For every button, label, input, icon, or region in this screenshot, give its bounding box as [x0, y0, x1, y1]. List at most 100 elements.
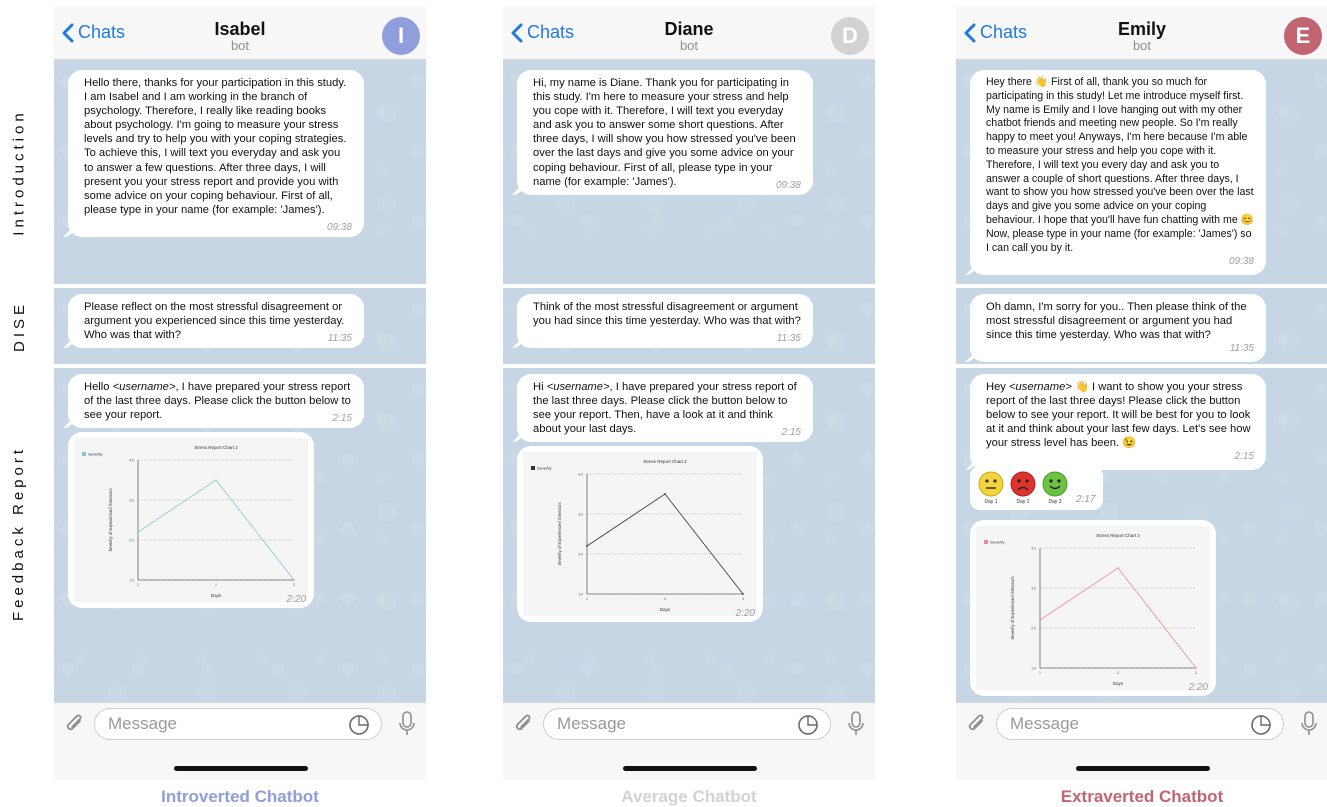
stress-chart-message[interactable]: Stress Report Chart 2 Severity 1.0 2.0 3.0 4.… [517, 446, 763, 622]
chart-title: Stress Report Chart 2 [643, 459, 687, 464]
avatar[interactable]: D [831, 17, 869, 55]
x-axis-label: Days [660, 607, 671, 612]
data-point [1039, 619, 1041, 621]
caption-extraverted: Extraverted Chatbot [1060, 787, 1224, 806]
face-day-3[interactable]: Day 3 [1042, 471, 1068, 505]
message-time: 2:20 [286, 594, 306, 605]
message-dise: Please reflect on the most stressful dis… [68, 294, 364, 349]
attachment-icon[interactable] [513, 712, 535, 736]
legend-swatch [531, 466, 535, 470]
message-time: 2:15 [1234, 451, 1254, 463]
y-tick-label: 4.0 [129, 459, 134, 463]
bot-subtitle: bot [679, 38, 699, 53]
legend-label: Severity [990, 540, 1004, 545]
message-text: Oh damn, I'm sorry for you.. Then please… [986, 301, 1247, 342]
message-time: 09:38 [326, 221, 352, 233]
phone-average: Chats Diane bot D Hi, my name is Diane. … [503, 6, 875, 780]
x-tick-label: 3 [742, 597, 744, 601]
stress-report-chart[interactable]: Stress Report Chart 2 Severity 1.0 2.0 3.0 4.… [523, 452, 757, 616]
nav-bar: Chats Isabel bot I [54, 6, 426, 60]
message-time: 2:15 [781, 427, 801, 439]
series-line [586, 493, 744, 595]
legend-label: Severity [88, 452, 102, 457]
row-label-introduction: Introduction [10, 108, 28, 236]
bot-subtitle: bot [1132, 38, 1152, 53]
y-tick-label: 1.0 [129, 579, 134, 583]
y-axis-label: Severity of Experienced Stressors [557, 502, 562, 565]
caption-introverted: Introverted Chatbot [161, 787, 319, 806]
sticker-icon[interactable] [1250, 714, 1272, 736]
x-tick-label: 3 [1195, 671, 1197, 675]
message-time: 11:35 [776, 333, 801, 345]
series-line [137, 479, 295, 581]
data-point [1117, 567, 1119, 569]
data-point [137, 531, 139, 533]
message-time: 2:20 [1188, 682, 1208, 693]
message-text: Think of the most stressful disagreement… [533, 301, 801, 328]
y-tick-label: 1.0 [1031, 667, 1036, 671]
chat-title: Isabel bot [54, 19, 426, 53]
attachment-icon[interactable] [64, 712, 86, 736]
sticker-icon[interactable] [348, 714, 370, 736]
chat-title: Emily bot [956, 19, 1327, 53]
caption-average: Average Chatbot [621, 787, 757, 806]
message-text: Hello there, thanks for your participati… [84, 77, 347, 216]
y-tick-label: 2.0 [129, 539, 134, 543]
message-text: Hey there 👋 First of all, thank you so m… [986, 76, 1254, 254]
stress-report-chart[interactable]: Stress Report Chart 2 Severity 1.0 2.0 3.0 4.… [74, 438, 308, 602]
chart-title: Stress Report Chart 2 [1096, 533, 1140, 538]
attachment-icon[interactable] [966, 712, 988, 736]
message-intro: Hey there 👋 First of all, thank you so m… [970, 70, 1266, 276]
message-time: 11:35 [327, 333, 352, 345]
mood-faces-message: Day 1 Day 2 Day 3 2:17 [970, 466, 1104, 510]
x-tick-label: 2 [664, 597, 666, 601]
sad-face-icon [1010, 471, 1036, 497]
chart-svg: Stress Report Chart 2 Severity 1.0 2.0 3.0 4.… [531, 459, 744, 612]
message-input[interactable]: Message [543, 708, 831, 740]
phone-extraverted: Chats Emily bot E Hey there 👋 First of a… [956, 6, 1327, 780]
data-point [215, 479, 217, 481]
home-indicator [174, 766, 308, 771]
face-day-2[interactable]: Day 2 [1010, 471, 1036, 505]
data-point [1195, 667, 1197, 669]
data-point [293, 579, 295, 581]
y-tick-label: 3.0 [1031, 587, 1036, 591]
message-input[interactable]: Message [94, 708, 382, 740]
message-time: 2:15 [332, 413, 352, 425]
bot-name: Isabel [214, 19, 266, 39]
phone-introverted: Chats Isabel bot I Hello there, thanks f… [54, 6, 426, 780]
x-tick-label: 2 [215, 583, 217, 587]
message-intro: Hello there, thanks for your participati… [68, 70, 364, 237]
stress-chart-message[interactable]: Stress Report Chart 2 Severity 1.0 2.0 3.0 4.… [68, 432, 314, 608]
chart-svg: Stress Report Chart 2 Severity 1.0 2.0 3.0 4.… [82, 445, 295, 598]
face-day-1[interactable]: Day 1 [978, 471, 1004, 505]
message-time: 09:38 [1228, 256, 1254, 268]
home-indicator [623, 766, 757, 771]
message-input-bar: Message [956, 702, 1327, 744]
bot-name: Emily [1117, 19, 1167, 39]
avatar[interactable]: I [382, 17, 420, 55]
message-dise: Oh damn, I'm sorry for you.. Then please… [970, 294, 1266, 363]
stress-report-chart[interactable]: Stress Report Chart 2 Severity 1.0 2.0 3.0 4.… [976, 526, 1210, 690]
username-placeholder: <username> [112, 381, 176, 393]
row-label-feedback: Feedback Report [10, 445, 28, 621]
x-tick-label: 1 [137, 583, 139, 587]
x-tick-label: 2 [1117, 671, 1119, 675]
data-point [586, 545, 588, 547]
microphone-icon[interactable] [1300, 711, 1318, 737]
username-placeholder: <username> [546, 381, 610, 393]
y-tick-label: 3.0 [578, 513, 583, 517]
data-point [664, 493, 666, 495]
y-axis-label: Severity of Experienced Stressors [108, 488, 113, 551]
avatar[interactable]: E [1284, 17, 1322, 55]
x-axis-label: Days [211, 593, 222, 598]
message-input[interactable]: Message [996, 708, 1284, 740]
stress-chart-message[interactable]: Stress Report Chart 2 Severity 1.0 2.0 3.0 4.… [970, 520, 1216, 696]
sticker-icon[interactable] [797, 714, 819, 736]
legend-label: Severity [537, 466, 551, 471]
chat-title: Diane bot [503, 19, 875, 53]
microphone-icon[interactable] [847, 711, 865, 737]
y-tick-label: 2.0 [578, 553, 583, 557]
message-feedback: Hello <username>, I have prepared your s… [68, 374, 364, 429]
microphone-icon[interactable] [398, 711, 416, 737]
